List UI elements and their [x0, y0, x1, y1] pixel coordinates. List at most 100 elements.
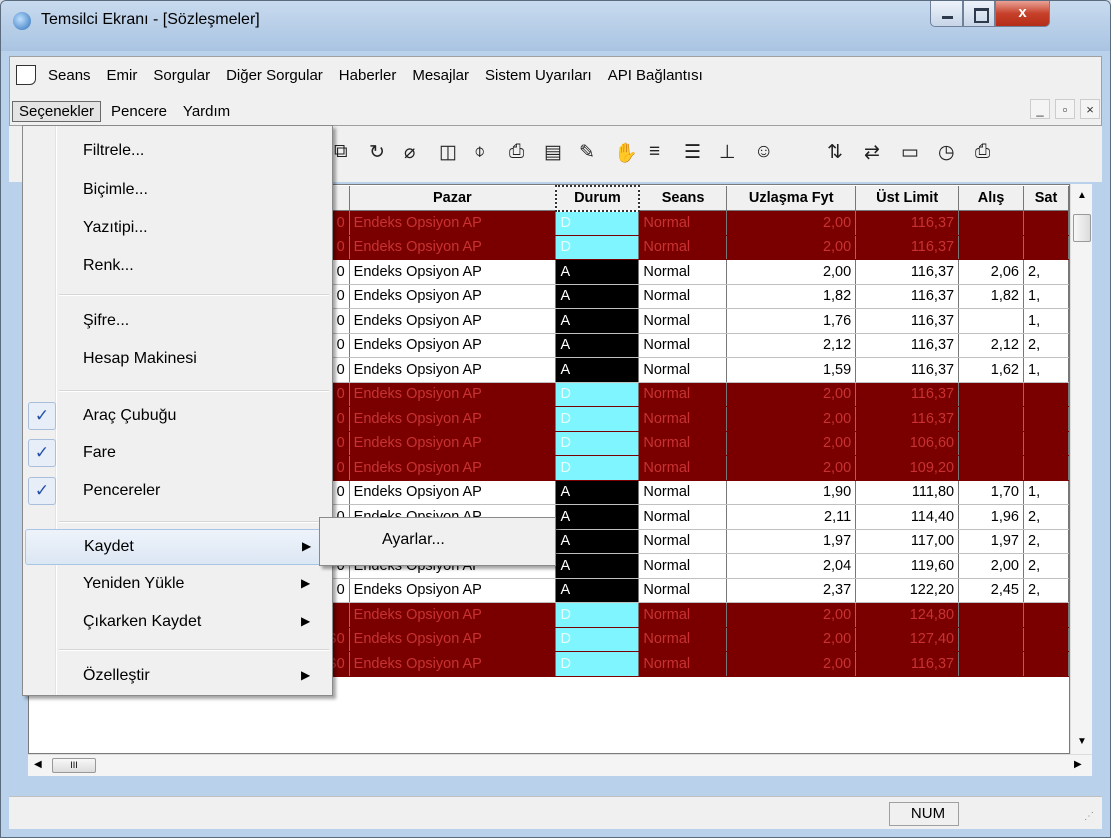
- pazar-cell: Endeks Opsiyon AP: [349, 284, 557, 309]
- header-satis[interactable]: Sat: [1023, 186, 1069, 211]
- horizontal-scrollbar[interactable]: ◀ III ▶: [28, 754, 1092, 776]
- menu-item-pencereler[interactable]: ✓ Pencereler: [25, 474, 330, 510]
- ust-limit-cell: 114,40: [855, 504, 960, 530]
- export-icon[interactable]: ⎙: [509, 141, 524, 163]
- folder-icon[interactable]: ▭: [901, 141, 919, 164]
- durum-cell: A: [555, 553, 640, 579]
- uzlasma-cell: 2,00: [726, 235, 857, 260]
- mdi-restore-button[interactable]: ▫: [1055, 99, 1075, 119]
- vertical-scroll-thumb[interactable]: [1073, 214, 1091, 242]
- menu-emir[interactable]: Emir: [99, 67, 146, 84]
- smiley-icon[interactable]: ☺: [754, 141, 773, 163]
- satis-cell: 1,: [1023, 284, 1069, 309]
- pazar-cell: Endeks Opsiyon AP: [349, 235, 557, 260]
- menu-item-renk[interactable]: Renk...: [25, 249, 330, 285]
- menu-api-baglantisi[interactable]: API Bağlantısı: [600, 67, 711, 84]
- menu-pencere[interactable]: Pencere: [103, 103, 175, 120]
- durum-cell: A: [555, 529, 640, 554]
- menu-item-ozellestir[interactable]: Özelleştir ▶: [25, 659, 330, 695]
- document-icon[interactable]: [16, 65, 36, 85]
- vertical-scrollbar[interactable]: ▲ ▼: [1070, 184, 1092, 754]
- menu-item-hesap-makinesi[interactable]: Hesap Makinesi: [25, 342, 330, 378]
- uzlasma-cell: 2,00: [726, 210, 857, 236]
- trade-icon[interactable]: ⇅: [827, 141, 843, 164]
- durum-cell: D: [555, 406, 640, 432]
- alis-cell: [958, 235, 1024, 260]
- scroll-right-arrow-icon[interactable]: ▶: [1074, 759, 1082, 770]
- menu-item-kaydet[interactable]: Kaydet ▶: [25, 529, 330, 565]
- maximize-button[interactable]: [963, 1, 995, 27]
- lock-icon[interactable]: ⌽: [474, 141, 485, 163]
- checkmark-icon: ✓: [28, 477, 56, 505]
- ust-limit-cell: 111,80: [855, 480, 960, 505]
- columns-icon[interactable]: ◫: [439, 141, 457, 164]
- eraser-icon[interactable]: ⌀: [404, 141, 415, 164]
- satis-cell: 2,: [1023, 259, 1069, 285]
- menu-item-fare[interactable]: ✓ Fare: [25, 436, 330, 472]
- menu-item-arac-cubugu[interactable]: ✓ Araç Çubuğu: [25, 399, 330, 435]
- refresh-icon[interactable]: ↻: [369, 141, 385, 164]
- hand-icon[interactable]: ✋: [614, 141, 638, 165]
- scroll-left-arrow-icon[interactable]: ◀: [34, 759, 42, 770]
- scroll-up-arrow-icon[interactable]: ▲: [1077, 190, 1087, 201]
- durum-cell: A: [555, 480, 640, 505]
- header-durum[interactable]: Durum: [554, 185, 640, 212]
- menu-item-yazitipi[interactable]: Yazıtipi...: [25, 211, 330, 247]
- resize-grip-icon[interactable]: ⋰: [1084, 811, 1094, 822]
- menu-item-ayarlar[interactable]: Ayarlar...: [322, 523, 553, 559]
- menu-item-bicimle[interactable]: Biçimle...: [25, 173, 330, 209]
- alis-cell: [958, 210, 1024, 236]
- align-icon[interactable]: ≡: [649, 141, 660, 163]
- durum-cell: D: [555, 602, 640, 628]
- submenu-arrow-icon: ▶: [301, 668, 311, 682]
- minimize-button[interactable]: [930, 1, 963, 27]
- clock-icon[interactable]: ◷: [938, 141, 955, 164]
- print-icon[interactable]: ⎙: [975, 141, 990, 163]
- seans-cell: Normal: [638, 308, 728, 334]
- menu-item-sifre[interactable]: Şifre...: [25, 304, 330, 340]
- uzlasma-cell: 2,37: [726, 578, 857, 603]
- menu-seans[interactable]: Seans: [40, 67, 99, 84]
- header-seans[interactable]: Seans: [638, 186, 728, 211]
- alis-cell: [958, 455, 1024, 481]
- menu-item-yeniden-yukle[interactable]: Yeniden Yükle ▶: [25, 567, 330, 603]
- durum-cell: D: [555, 431, 640, 456]
- menu-item-filtrele[interactable]: Filtrele...: [25, 134, 330, 170]
- menu-separator: [59, 521, 329, 523]
- satis-cell: 2,: [1023, 333, 1069, 358]
- edit-icon[interactable]: ✎: [579, 141, 595, 164]
- satis-cell: [1023, 651, 1069, 677]
- header-uzlasma-fyt[interactable]: Uzlaşma Fyt: [726, 186, 857, 211]
- durum-cell: A: [555, 284, 640, 309]
- mdi-close-button[interactable]: ×: [1080, 99, 1100, 119]
- trade2-icon[interactable]: ⇄: [864, 141, 880, 164]
- ust-limit-cell: 116,37: [855, 210, 960, 236]
- horizontal-scroll-thumb[interactable]: III: [52, 758, 96, 773]
- close-button[interactable]: x: [995, 1, 1050, 27]
- ust-limit-cell: 116,37: [855, 259, 960, 285]
- menu-item-cikarken-kaydet[interactable]: Çıkarken Kaydet ▶: [25, 605, 330, 641]
- menu-sorgular[interactable]: Sorgular: [145, 67, 218, 84]
- menu-haberler[interactable]: Haberler: [331, 67, 405, 84]
- alis-cell: 2,00: [958, 553, 1024, 579]
- menu-diger-sorgular[interactable]: Diğer Sorgular: [218, 67, 331, 84]
- mdi-minimize-button[interactable]: _: [1030, 99, 1050, 119]
- pazar-cell: Endeks Opsiyon AP: [349, 210, 557, 236]
- alis-cell: [958, 627, 1024, 652]
- copy-icon[interactable]: ⧉: [334, 141, 348, 163]
- menu-sistem-uyarilari[interactable]: Sistem Uyarıları: [477, 67, 600, 84]
- scroll-down-arrow-icon[interactable]: ▼: [1077, 736, 1087, 747]
- uzlasma-cell: 1,59: [726, 357, 857, 383]
- header-pazar[interactable]: Pazar: [349, 186, 557, 211]
- header-alis[interactable]: Alış: [958, 186, 1024, 211]
- list-icon[interactable]: ☰: [684, 141, 701, 164]
- seans-cell: Normal: [638, 259, 728, 285]
- satis-cell: [1023, 235, 1069, 260]
- menu-mesajlar[interactable]: Mesajlar: [404, 67, 477, 84]
- document-icon[interactable]: ▤: [544, 141, 562, 164]
- chart-icon[interactable]: ⊥: [719, 141, 736, 164]
- menu-yardim[interactable]: Yardım: [175, 103, 238, 120]
- menu-secenekler[interactable]: Seçenekler: [12, 100, 102, 122]
- header-ust-limit[interactable]: Üst Limit: [855, 186, 960, 211]
- satis-cell: 2,: [1023, 504, 1069, 530]
